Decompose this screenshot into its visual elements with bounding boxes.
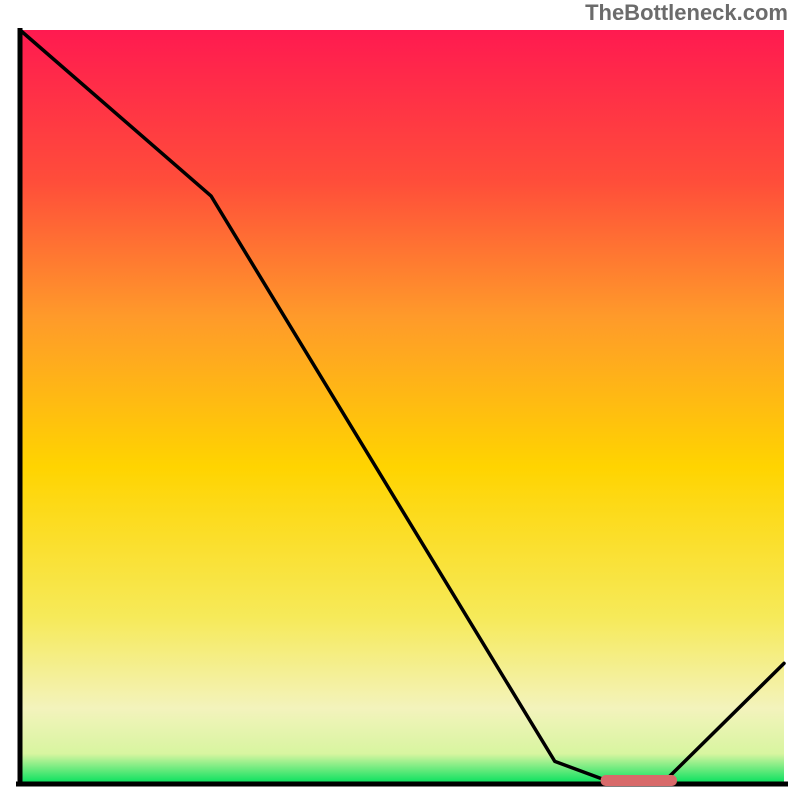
plot-area	[12, 28, 788, 792]
chart-container: TheBottleneck.com	[0, 0, 800, 800]
attribution-text: TheBottleneck.com	[585, 0, 788, 26]
minimum-marker	[601, 775, 677, 786]
chart-svg	[12, 28, 788, 792]
gradient-background	[20, 30, 784, 784]
